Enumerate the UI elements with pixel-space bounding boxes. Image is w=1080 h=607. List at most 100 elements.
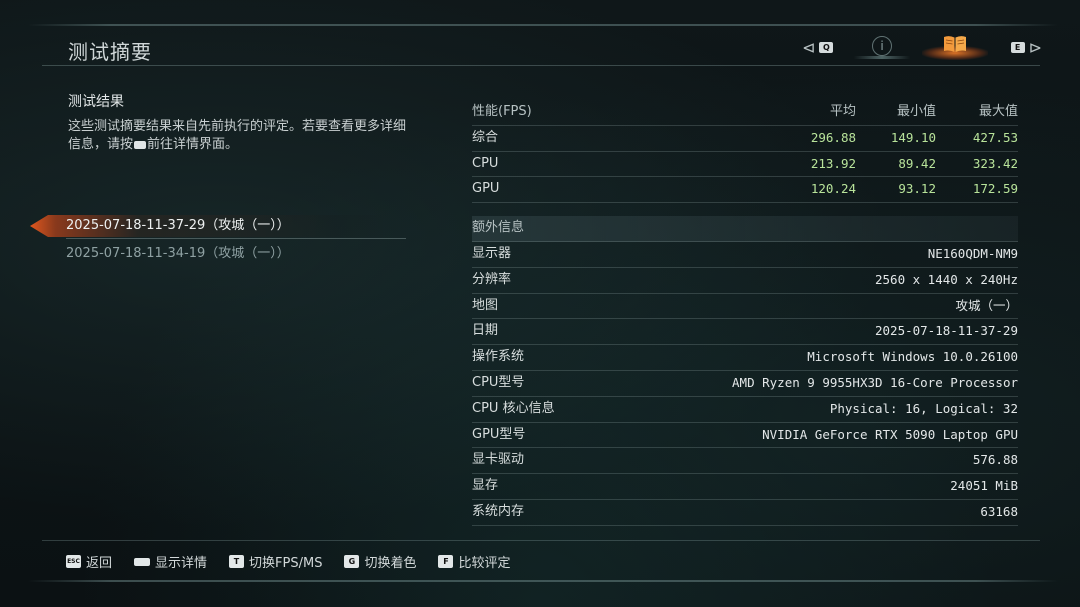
info-label: 分辨率 xyxy=(472,271,512,287)
info-label: 显示器 xyxy=(472,245,512,261)
footer-divider xyxy=(42,540,1040,541)
toggle-fps-ms-label: 切换FPS/MS xyxy=(249,556,323,571)
info-value: 2025-07-18-11-37-29 xyxy=(875,323,1018,339)
performance-row-label: GPU xyxy=(472,181,500,197)
esc-key-icon: ESC xyxy=(66,555,81,568)
info-label: CPU型号 xyxy=(472,374,525,390)
f-key-icon: F xyxy=(438,555,454,568)
run-list: 2025-07-18-11-37-29（攻城（一）） 2025-07-18-11… xyxy=(30,212,420,268)
performance-header-row: 性能(FPS) 平均 最小值 最大值 xyxy=(472,100,1018,126)
info-value: NVIDIA GeForce RTX 5090 Laptop GPU xyxy=(762,426,1018,442)
info-row-resolution: 分辨率 2560 x 1440 x 240Hz xyxy=(472,268,1018,294)
info-row-date: 日期 2025-07-18-11-37-29 xyxy=(472,319,1018,346)
info-row-cpu-model: CPU型号 AMD Ryzen 9 9955HX3D 16-Core Proce… xyxy=(472,371,1018,397)
info-value: 24051 MiB xyxy=(950,478,1018,494)
max-column-header: 最大值 xyxy=(978,104,1018,119)
t-key-icon: T xyxy=(229,555,245,568)
tab-info[interactable]: i xyxy=(854,34,910,62)
info-row-vram: 显存 24051 MiB xyxy=(472,474,1018,500)
max-value: 323.42 xyxy=(972,155,1018,171)
benchmark-summary-screen: 测试摘要 ⊲ Q i E ⊳ 测试结果 这些测试摘要结果来自先前执行的评定。若要… xyxy=(0,0,1080,607)
description-text-2: 前往详情界面。 xyxy=(147,137,239,152)
avg-value: 120.24 xyxy=(810,181,856,197)
info-icon: i xyxy=(872,36,892,56)
performance-row-label: 综合 xyxy=(472,129,499,145)
header-tab-nav: ⊲ Q i E ⊳ xyxy=(802,34,1042,62)
info-row-map: 地图 攻城（一） xyxy=(472,294,1018,320)
performance-header-label: 性能(FPS) xyxy=(472,104,532,119)
g-key-icon: G xyxy=(344,555,360,568)
toggle-shading-button[interactable]: G 切换着色 xyxy=(344,552,416,571)
info-label: CPU 核心信息 xyxy=(472,400,555,416)
avg-value: 296.88 xyxy=(810,129,856,145)
performance-row-label: CPU xyxy=(472,155,499,171)
show-details-button[interactable]: 显示详情 xyxy=(134,552,207,571)
performance-row: CPU 213.92 89.42 323.42 xyxy=(472,152,1018,178)
back-label: 返回 xyxy=(86,556,113,571)
info-value: AMD Ryzen 9 9955HX3D 16-Core Processor xyxy=(732,374,1018,390)
chevron-right-icon: ⊳ xyxy=(1028,38,1042,57)
header-divider xyxy=(42,65,1040,66)
info-label: 显卡驱动 xyxy=(472,452,525,468)
info-row-gpu-model: GPU型号 NVIDIA GeForce RTX 5090 Laptop GPU xyxy=(472,423,1018,449)
back-button[interactable]: ESC 返回 xyxy=(66,552,112,571)
run-label: 2025-07-18-11-37-29（攻城（一）） xyxy=(66,218,290,233)
e-key-icon: E xyxy=(1010,42,1025,53)
info-label: 日期 xyxy=(472,323,499,339)
extra-info-title: 额外信息 xyxy=(472,220,525,236)
info-row-driver: 显卡驱动 576.88 xyxy=(472,448,1018,475)
run-label: 2025-07-18-11-34-19（攻城（一）） xyxy=(66,246,290,261)
info-value: 2560 x 1440 x 240Hz xyxy=(875,271,1018,287)
performance-row: GPU 120.24 93.12 172.59 xyxy=(472,177,1018,204)
tab-summary[interactable] xyxy=(922,32,988,62)
info-label: 地图 xyxy=(472,297,499,313)
min-value: 149.10 xyxy=(890,129,936,145)
performance-row: 综合 296.88 149.10 427.53 xyxy=(472,126,1018,152)
run-underline xyxy=(66,238,406,239)
footer-hints: ESC 返回 显示详情 T 切换FPS/MS G 切换着色 F 比较评定 xyxy=(66,552,510,571)
frame-bottom-border xyxy=(28,580,1058,582)
min-column-header: 最小值 xyxy=(896,104,936,119)
info-value: 攻城（一） xyxy=(955,297,1018,313)
info-value: 576.88 xyxy=(972,452,1018,468)
next-tab-button[interactable]: E ⊳ xyxy=(1010,38,1042,57)
avg-value: 213.92 xyxy=(810,155,856,171)
info-label: 操作系统 xyxy=(472,349,525,365)
min-value: 89.42 xyxy=(898,155,936,171)
q-key-icon: Q xyxy=(819,42,834,53)
compare-runs-button[interactable]: F 比较评定 xyxy=(438,552,510,571)
max-value: 427.53 xyxy=(972,129,1018,145)
details-key-icon xyxy=(134,557,151,566)
info-value: 63168 xyxy=(980,503,1018,519)
frame-top-border xyxy=(28,24,1058,26)
info-label: 显存 xyxy=(472,478,499,494)
info-label: GPU型号 xyxy=(472,426,526,442)
show-details-label: 显示详情 xyxy=(155,556,208,571)
stats-panel: 性能(FPS) 平均 最小值 最大值 综合 296.88 149.10 427.… xyxy=(472,100,1018,526)
info-value: Physical: 16, Logical: 32 xyxy=(829,400,1018,416)
run-list-item[interactable]: 2025-07-18-11-37-29（攻城（一）） xyxy=(30,212,420,240)
max-value: 172.59 xyxy=(972,181,1018,197)
details-key-icon xyxy=(134,140,147,149)
info-value: Microsoft Windows 10.0.26100 xyxy=(807,349,1018,365)
info-label: 系统内存 xyxy=(472,503,525,519)
run-list-item[interactable]: 2025-07-18-11-34-19（攻城（一）） xyxy=(30,240,420,268)
avg-column-header: 平均 xyxy=(829,104,856,119)
book-icon xyxy=(944,36,966,52)
toggle-fps-ms-button[interactable]: T 切换FPS/MS xyxy=(229,552,322,571)
prev-tab-button[interactable]: ⊲ Q xyxy=(802,38,834,57)
toggle-shading-label: 切换着色 xyxy=(364,556,417,571)
min-value: 93.12 xyxy=(898,181,936,197)
tab-info-base xyxy=(854,56,910,59)
extra-info-header: 额外信息 xyxy=(472,216,1018,242)
info-value: NE160QDM-NM9 xyxy=(927,245,1018,261)
info-row-system-memory: 系统内存 63168 xyxy=(472,500,1018,526)
results-section-title: 测试结果 xyxy=(68,94,124,110)
chevron-left-icon: ⊲ xyxy=(802,38,816,57)
page-title: 测试摘要 xyxy=(68,40,152,64)
info-row-monitor: 显示器 NE160QDM-NM9 xyxy=(472,242,1018,268)
compare-runs-label: 比较评定 xyxy=(458,556,511,571)
info-row-os: 操作系统 Microsoft Windows 10.0.26100 xyxy=(472,345,1018,371)
info-row-cpu-cores: CPU 核心信息 Physical: 16, Logical: 32 xyxy=(472,397,1018,423)
